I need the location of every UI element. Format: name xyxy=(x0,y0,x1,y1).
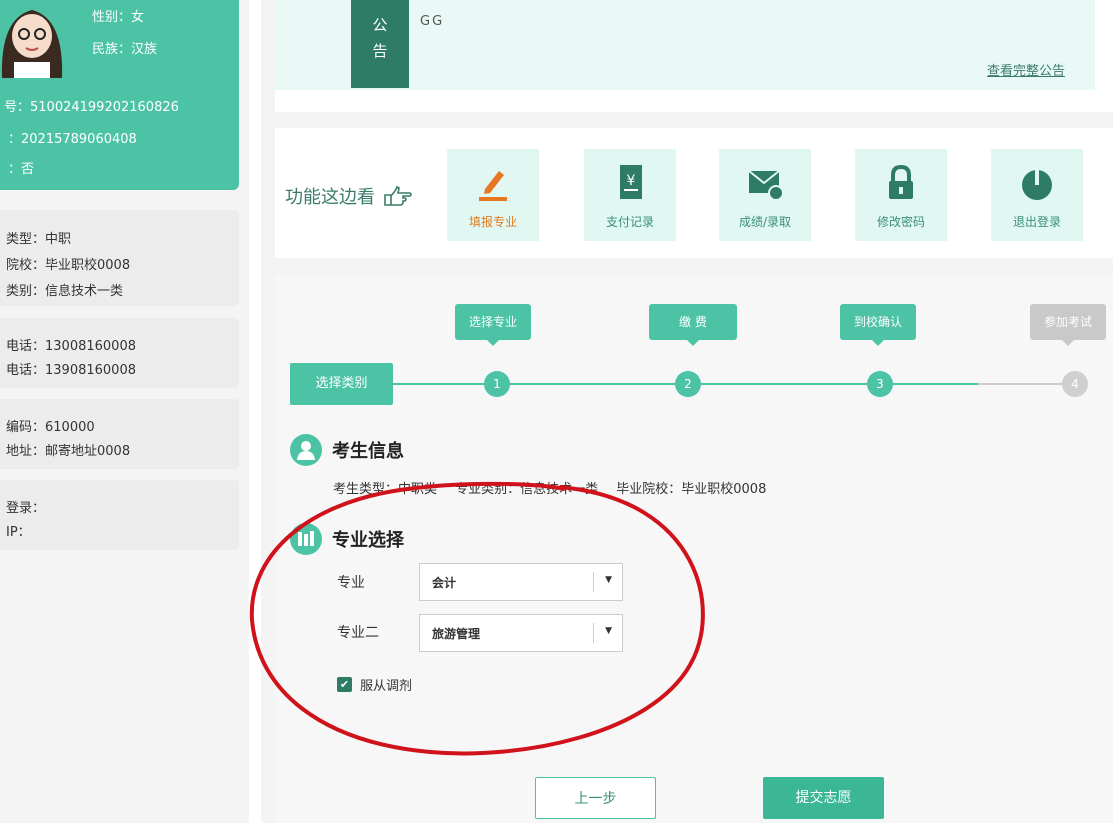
profile-card: 性别：女 民族：汉族 号：510024199202160826 ：2021578… xyxy=(0,0,239,190)
chevron-down-icon: ▼ xyxy=(605,626,612,636)
main-panel: 选择类别 选择专业 缴 费 到校确认 参加考试 1 2 3 4 考生信息 考生类… xyxy=(275,276,1113,823)
score-admission-button[interactable]: 成绩/录取 xyxy=(719,149,811,241)
function-label-text: 功能这边看 xyxy=(285,187,375,208)
fill-major-label: 填报专业 xyxy=(468,215,517,229)
books-icon xyxy=(290,523,322,555)
notice-tag-line2: 告 xyxy=(372,42,388,60)
logout-button[interactable]: 退出登录 xyxy=(991,149,1083,241)
logout-label: 退出登录 xyxy=(1012,215,1061,229)
major-selection-heading: 专业选择 xyxy=(290,523,404,555)
notice-text: GG xyxy=(420,14,445,29)
info-type: 类型：中职 xyxy=(6,232,72,247)
step-dot-1: 1 xyxy=(484,371,510,397)
info-card-login: 登录： IP： xyxy=(0,480,239,550)
svg-text:¥: ¥ xyxy=(627,173,636,189)
step-dot-2: 2 xyxy=(675,371,701,397)
select-separator xyxy=(593,572,594,592)
score-admission-label: 成绩/录取 xyxy=(738,215,792,229)
student-info-line: 考生类型：中职类 专业类别：信息技术一类 毕业院校：毕业职校0008 xyxy=(333,482,767,497)
pointing-hand-icon xyxy=(384,185,412,206)
payment-record-label: 支付记录 xyxy=(605,215,654,229)
info-last-login: 登录： xyxy=(6,501,46,516)
major-1-label: 专业 xyxy=(337,575,365,591)
profile-ethnicity: 民族：汉族 xyxy=(92,42,158,57)
fill-major-button[interactable]: 填报专业 xyxy=(447,149,539,241)
user-icon xyxy=(290,434,322,466)
info-postcode: 编码：610000 xyxy=(6,420,95,435)
step-label-payment[interactable]: 缴 费 xyxy=(649,304,737,346)
receipt-icon: ¥ xyxy=(620,165,642,199)
major-1-select[interactable]: 会计 ▼ xyxy=(419,563,623,601)
info-category: 类别：信息技术一类 xyxy=(6,284,124,299)
change-password-button[interactable]: 修改密码 xyxy=(855,149,947,241)
notice-body: 公 告 GG 查看完整公告 xyxy=(275,0,1095,90)
info-address: 地址：邮寄地址0008 xyxy=(6,444,131,459)
power-icon xyxy=(1022,169,1052,200)
info-card-school: 类型：中职 院校：毕业职校0008 类别：信息技术一类 xyxy=(0,210,239,306)
major-2-select[interactable]: 旅游管理 ▼ xyxy=(419,614,623,652)
major-2-value: 旅游管理 xyxy=(432,627,481,641)
step-dot-3: 3 xyxy=(867,371,893,397)
notice-panel: 公 告 GG 查看完整公告 xyxy=(275,0,1113,112)
profile-exam-number: ：20215789060408 xyxy=(8,132,137,147)
view-full-notice-link[interactable]: 查看完整公告 xyxy=(987,60,1065,79)
select-separator xyxy=(593,623,594,643)
profile-flag: ：否 xyxy=(8,162,35,177)
notice-tag-line1: 公 xyxy=(372,16,388,34)
info-card-phone: 电话：13008160008 电话：13908160008 xyxy=(0,318,239,388)
change-password-label: 修改密码 xyxy=(876,215,925,229)
step-dot-4: 4 xyxy=(1062,371,1088,397)
left-sidebar: 性别：女 民族：汉族 号：510024199202160826 ：2021578… xyxy=(0,0,240,823)
info-card-address: 编码：610000 地址：邮寄地址0008 xyxy=(0,399,239,469)
profile-id-number: 号：510024199202160826 xyxy=(4,100,179,115)
student-info-heading: 考生信息 xyxy=(290,434,404,466)
info-school: 院校：毕业职校0008 xyxy=(6,258,131,273)
obey-adjustment-label: 服从调剂 xyxy=(360,679,413,694)
pencil-icon xyxy=(479,171,507,201)
function-panel: 功能这边看 填报专业 ¥ 支付记录 成绩/录取 修改密码 退出登录 xyxy=(275,128,1113,258)
payment-record-button[interactable]: ¥ 支付记录 xyxy=(584,149,676,241)
lock-icon xyxy=(889,164,913,199)
step-label-select-major[interactable]: 选择专业 xyxy=(455,304,532,346)
checkbox-checked-icon[interactable]: ✔ xyxy=(337,677,352,692)
previous-step-button[interactable]: 上一步 xyxy=(535,777,656,819)
major-selection-title: 专业选择 xyxy=(332,530,404,551)
info-phone-2: 电话：13908160008 xyxy=(6,363,136,378)
column-divider xyxy=(249,0,261,823)
mail-user-icon xyxy=(748,170,784,201)
info-phone-1: 电话：13008160008 xyxy=(6,339,136,354)
major-1-value: 会计 xyxy=(432,576,457,590)
step-label-take-exam[interactable]: 参加考试 xyxy=(1030,304,1107,346)
notice-tag: 公 告 xyxy=(351,0,409,88)
submit-application-button[interactable]: 提交志愿 xyxy=(763,777,884,819)
profile-gender: 性别：女 xyxy=(92,10,145,25)
student-info-title: 考生信息 xyxy=(332,441,404,462)
step-label-school-confirm[interactable]: 到校确认 xyxy=(840,304,917,346)
obey-adjustment-checkbox-row[interactable]: ✔ 服从调剂 xyxy=(337,675,412,694)
major-2-label: 专业二 xyxy=(337,625,379,641)
chevron-down-icon: ▼ xyxy=(605,575,612,585)
function-label: 功能这边看 xyxy=(285,183,413,209)
avatar xyxy=(0,0,72,78)
info-ip: IP： xyxy=(6,525,31,540)
step-select-category[interactable]: 选择类别 xyxy=(290,363,393,405)
